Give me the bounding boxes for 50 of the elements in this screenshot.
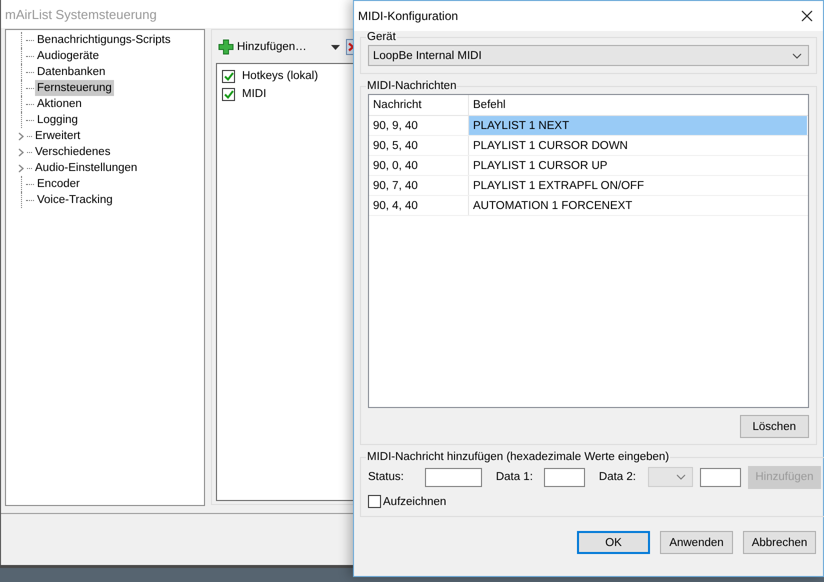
column-header[interactable]: Befehl — [469, 95, 807, 115]
table-cell[interactable]: PLAYLIST 1 NEXT — [469, 116, 807, 135]
field-label: Data 1: — [496, 471, 533, 483]
table-cell[interactable]: 90, 5, 40 — [369, 136, 469, 155]
tree-item[interactable]: Audiogeräte — [35, 48, 102, 64]
tree-item[interactable]: Benachrichtigungs-Scripts — [35, 32, 173, 48]
data2-field[interactable] — [700, 468, 741, 486]
field-label: Data 2: — [598, 471, 636, 483]
group-label: MIDI-Nachricht hinzufügen (hexadezimale Werte eingeben) — [366, 451, 670, 463]
table-cell[interactable]: 90, 0, 40 — [369, 156, 469, 175]
window-title: mAirList Systemsteuerung — [5, 6, 157, 22]
data1-field[interactable] — [544, 468, 585, 486]
tree-item[interactable]: Logging — [35, 112, 80, 128]
remote-label: Hotkeys (lokal) — [242, 70, 318, 82]
column-header[interactable]: Nachricht — [369, 95, 469, 115]
tree-item[interactable]: Verschiedenes — [33, 144, 112, 160]
table-cell[interactable]: 90, 4, 40 — [369, 196, 469, 215]
dialog-title: MIDI-Konfiguration — [358, 9, 458, 23]
table-cell[interactable]: PLAYLIST 1 CURSOR UP — [469, 156, 807, 175]
device-dropdown[interactable]: LoopBe Internal MIDI — [368, 45, 809, 66]
table-cell[interactable]: PLAYLIST 1 CURSOR DOWN — [469, 136, 807, 155]
close-icon[interactable] — [801, 10, 813, 22]
field-label: Status: — [368, 471, 404, 483]
table-cell[interactable]: 90, 7, 40 — [369, 176, 469, 195]
checkbox[interactable] — [368, 495, 381, 508]
delete-button[interactable]: Löschen — [740, 415, 809, 438]
chevron-down-icon — [676, 474, 686, 480]
group-label: Gerät — [366, 31, 397, 43]
group-label: MIDI-Nachrichten — [366, 80, 458, 92]
tree-item[interactable]: Audio-Einstellungen — [33, 160, 140, 176]
dropdown-arrow-icon[interactable] — [330, 44, 340, 50]
chevron-down-icon — [792, 52, 802, 58]
tree-item[interactable]: Encoder — [35, 176, 82, 192]
plus-icon — [218, 39, 234, 55]
tree-item[interactable]: Fernsteuerung — [35, 80, 114, 96]
dialog-button[interactable]: OK — [577, 531, 650, 554]
tree-item[interactable]: Datenbanken — [35, 64, 108, 80]
dialog-button[interactable]: Abbrechen — [743, 531, 816, 554]
add-button[interactable]: Hinzufügen… — [216, 39, 309, 55]
checkbox[interactable] — [222, 88, 235, 100]
checkbox-label: Aufzeichnen — [383, 496, 446, 508]
tree-item[interactable]: Erweitert — [33, 128, 82, 144]
table-cell[interactable]: AUTOMATION 1 FORCENEXT — [469, 196, 807, 215]
table-cell[interactable]: PLAYLIST 1 EXTRAPFL ON/OFF — [469, 176, 807, 195]
tree-item[interactable]: Voice-Tracking — [35, 192, 115, 208]
remote-label: MIDI — [242, 88, 266, 100]
checkbox[interactable] — [222, 70, 235, 82]
dialog-button[interactable]: Anwenden — [660, 531, 733, 554]
tree-item[interactable]: Aktionen — [35, 96, 84, 112]
status-field[interactable] — [424, 468, 482, 486]
